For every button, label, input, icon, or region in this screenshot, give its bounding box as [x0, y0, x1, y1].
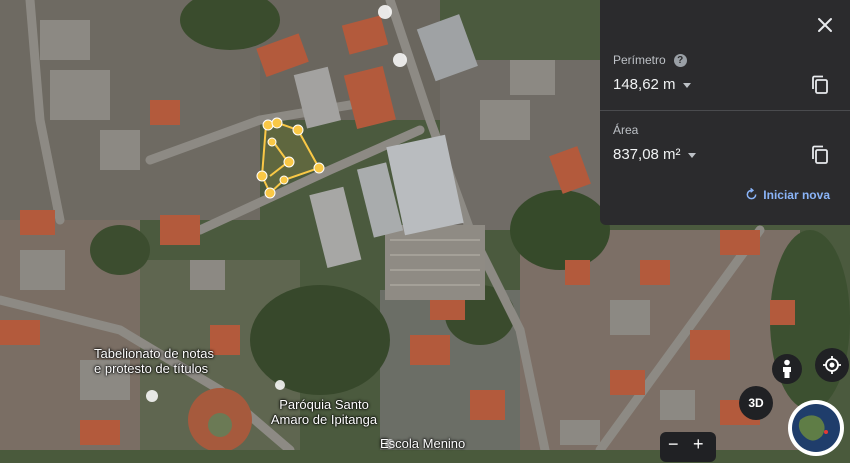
chevron-down-icon [687, 152, 696, 158]
zoom-controls: − + [660, 432, 716, 462]
area-value-dropdown[interactable]: 837,08 m² [613, 146, 696, 163]
help-icon[interactable]: ? [673, 54, 687, 68]
copy-icon[interactable] [810, 74, 830, 96]
globe-icon [788, 400, 844, 456]
measure-panel: Perímetro? 148,62 m Área 837,08 m² Inici… [600, 0, 850, 225]
restart-measure-button[interactable]: Iniciar nova [745, 187, 830, 202]
globe-button[interactable] [786, 398, 846, 458]
area-value: 837,08 m² [613, 146, 681, 163]
place-label-church[interactable]: Paróquia Santo Amaro de Ipitanga [262, 397, 386, 427]
chevron-down-icon [682, 82, 691, 88]
place-label-notary[interactable]: Tabelionato de notas e protesto de títul… [94, 346, 214, 376]
perimeter-label: Perímetro [613, 53, 666, 67]
perimeter-label-row: Perímetro? [613, 53, 687, 68]
panel-divider [600, 110, 850, 111]
my-location-button[interactable] [815, 348, 849, 382]
zoom-out-button[interactable]: − [668, 434, 679, 455]
street-view-button[interactable] [772, 354, 802, 384]
perimeter-value: 148,62 m [613, 76, 676, 93]
perimeter-value-dropdown[interactable]: 148,62 m [613, 76, 691, 93]
compass-icon [823, 356, 841, 374]
restart-label: Iniciar nova [763, 188, 830, 202]
refresh-icon [746, 187, 757, 200]
view-3d-button[interactable]: 3D [739, 386, 773, 420]
area-label: Área [613, 123, 639, 137]
place-label-school[interactable]: Escola Menino [380, 436, 465, 451]
close-icon[interactable] [814, 14, 836, 36]
copy-icon[interactable] [810, 144, 830, 166]
pegman-icon [783, 359, 791, 378]
zoom-in-button[interactable]: + [693, 434, 704, 455]
